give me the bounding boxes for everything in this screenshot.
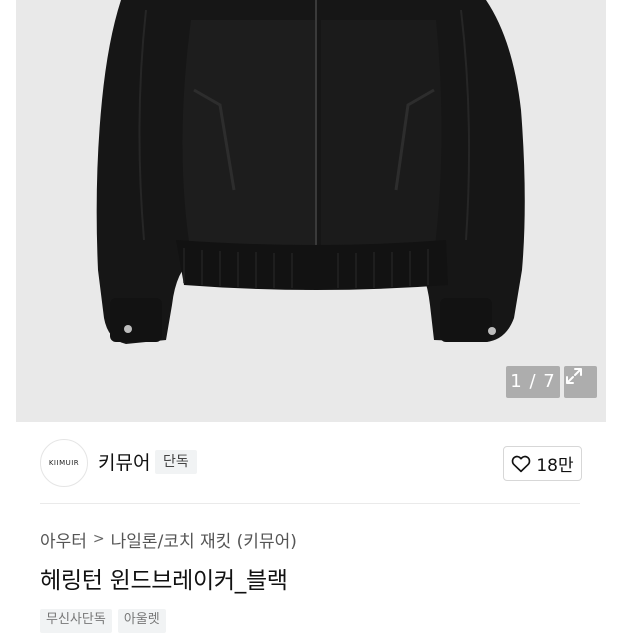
heart-outline-icon (512, 455, 531, 472)
image-counter: 1 / 7 (506, 366, 560, 398)
product-image-gallery[interactable]: 1 / 7 (16, 0, 606, 422)
brand-logo[interactable]: KIIMUIR (40, 439, 88, 487)
breadcrumb-category-outer[interactable]: 아우터 (40, 527, 87, 552)
expand-image-button[interactable] (564, 366, 597, 398)
jacket-product-photo (16, 0, 606, 422)
like-button[interactable]: 18만 (503, 446, 582, 481)
product-tags: 무신사단독 아울렛 (40, 609, 166, 633)
tag-outlet: 아울렛 (117, 609, 166, 633)
product-title: 헤링턴 윈드브레이커_블랙 (40, 568, 288, 594)
section-divider (40, 503, 580, 504)
brand-logo-text: KIIMUIR (48, 459, 80, 467)
page-margin-right (606, 0, 620, 620)
brand-name[interactable]: 키뮤어 (98, 451, 150, 475)
exclusive-badge: 단독 (155, 450, 197, 474)
like-count: 18만 (536, 456, 574, 476)
product-page: 1 / 7 KIIMUIR 키뮤어 단독 18만 아우터 > 나일론/코치 재킷… (0, 0, 620, 633)
page-margin-left (0, 0, 16, 620)
breadcrumb: 아우터 > 나일론/코치 재킷 (키뮤어) (40, 527, 297, 552)
expand-icon (566, 368, 582, 384)
breadcrumb-category-jacket[interactable]: 나일론/코치 재킷 (키뮤어) (111, 527, 297, 552)
tag-exclusive: 무신사단독 (40, 609, 112, 633)
breadcrumb-separator: > (92, 531, 105, 547)
